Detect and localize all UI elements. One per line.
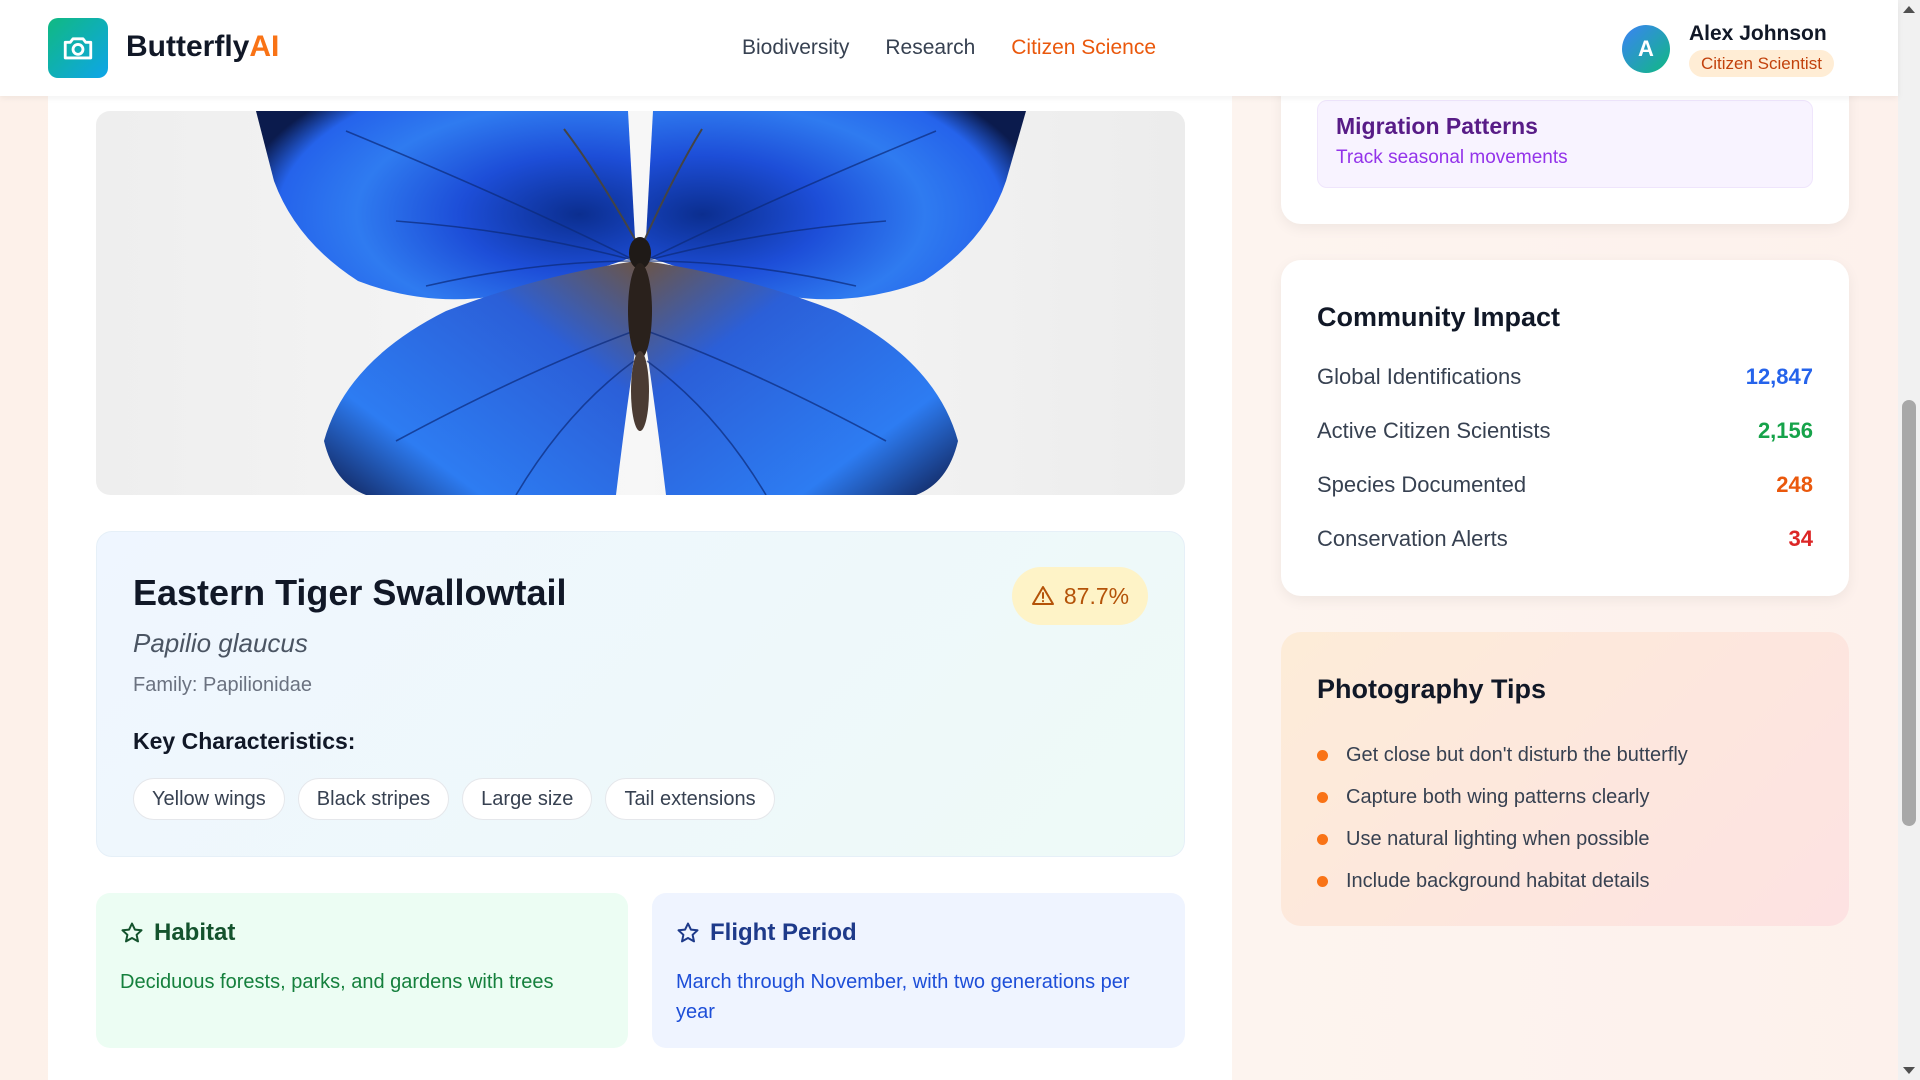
stat-value: 12,847 — [1745, 364, 1813, 389]
brand-name: Butterfly — [126, 30, 250, 63]
tip-item: Capture both wing patterns clearly — [1317, 776, 1688, 818]
tip-text: Capture both wing patterns clearly — [1346, 785, 1650, 808]
blue-morpho-butterfly-photo — [256, 111, 1026, 495]
tip-item: Use natural lighting when possible — [1317, 818, 1688, 860]
characteristics-chips: Yellow wings Black stripes Large size Ta… — [133, 778, 775, 820]
stat-value: 34 — [1788, 526, 1813, 551]
species-family: Family: Papilionidae — [133, 674, 312, 696]
bullet-dot-icon — [1317, 791, 1328, 803]
brand-name-accent: AI — [249, 30, 280, 63]
tip-item: Include background habitat details — [1317, 860, 1688, 902]
stat-value: 248 — [1776, 472, 1813, 497]
flight-period-title-text: Flight Period — [710, 919, 857, 946]
tip-text: Include background habitat details — [1346, 869, 1650, 892]
photography-tips-list: Get close but don't disturb the butterfl… — [1317, 734, 1688, 902]
habitat-card: Habitat Deciduous forests, parks, and ga… — [96, 893, 628, 1048]
stat-row-conservation-alerts: Conservation Alerts 34 — [1317, 526, 1813, 552]
migration-patterns-subtitle: Track seasonal movements — [1336, 147, 1568, 168]
confidence-value: 87.7% — [1063, 582, 1130, 609]
logo-badge[interactable] — [48, 18, 108, 78]
nav-link-research[interactable]: Research — [885, 36, 975, 60]
stat-value: 2,156 — [1757, 418, 1813, 443]
flight-period-description: March through November, with two generat… — [676, 971, 1130, 1023]
stat-row-active-citizen-scientists: Active Citizen Scientists 2,156 — [1317, 418, 1813, 444]
user-role-badge: Citizen Scientist — [1689, 50, 1834, 77]
stat-label: Species Documented — [1317, 472, 1527, 497]
warning-triangle-icon — [1031, 586, 1054, 605]
star-icon — [677, 922, 699, 943]
bullet-dot-icon — [1317, 875, 1328, 887]
stat-row-species-documented: Species Documented 248 — [1317, 472, 1813, 498]
brand-logo[interactable]: ButterflyAI — [126, 30, 279, 64]
flight-period-card: Flight Period March through November, wi… — [652, 893, 1185, 1048]
migration-patterns-title: Migration Patterns — [1336, 113, 1538, 139]
scrollbar-thumb[interactable] — [1902, 400, 1916, 826]
top-header: ButterflyAI Biodiversity Research Citize… — [0, 0, 1898, 96]
star-icon — [121, 922, 143, 943]
user-name: Alex Johnson — [1689, 22, 1827, 45]
stat-label: Active Citizen Scientists — [1317, 418, 1551, 443]
tip-text: Get close but don't disturb the butterfl… — [1346, 743, 1688, 766]
butterfly-photo — [96, 111, 1185, 495]
characteristic-chip[interactable]: Black stripes — [297, 778, 450, 820]
characteristic-chip[interactable]: Yellow wings — [133, 778, 285, 820]
page-scrollbar[interactable] — [1898, 0, 1920, 1080]
tip-text: Use natural lighting when possible — [1346, 827, 1650, 850]
species-scientific-name: Papilio glaucus — [133, 628, 308, 658]
community-impact-card: Community Impact Global Identifications … — [1281, 260, 1849, 596]
characteristic-chip[interactable]: Large size — [462, 778, 593, 820]
scroll-down-arrow-icon[interactable] — [1903, 1067, 1915, 1074]
nav-link-biodiversity[interactable]: Biodiversity — [742, 36, 849, 60]
habitat-description: Deciduous forests, parks, and gardens wi… — [120, 971, 554, 993]
stat-label: Global Identifications — [1317, 364, 1522, 389]
habitat-title: Habitat — [120, 919, 235, 947]
characteristic-chip[interactable]: Tail extensions — [605, 778, 775, 820]
camera-icon — [63, 37, 93, 60]
photography-tips-title: Photography Tips — [1317, 674, 1547, 704]
photography-tips-card: Photography Tips Get close but don't dis… — [1281, 632, 1849, 926]
nav-link-citizen-science[interactable]: Citizen Science — [1011, 36, 1156, 60]
main-nav: Biodiversity Research Citizen Science — [742, 36, 1156, 60]
key-characteristics-heading: Key Characteristics: — [133, 728, 356, 754]
species-identification-card: Eastern Tiger Swallowtail Papilio glaucu… — [96, 531, 1185, 857]
flight-period-title: Flight Period — [676, 919, 857, 947]
bullet-dot-icon — [1317, 749, 1328, 761]
stat-label: Conservation Alerts — [1317, 526, 1508, 551]
migration-patterns-item[interactable]: Migration Patterns Track seasonal moveme… — [1317, 100, 1813, 188]
scroll-up-arrow-icon[interactable] — [1903, 6, 1915, 13]
confidence-badge: 87.7% — [1012, 567, 1148, 625]
bullet-dot-icon — [1317, 833, 1328, 845]
community-impact-title: Community Impact — [1317, 302, 1561, 332]
stat-row-global-identifications: Global Identifications 12,847 — [1317, 364, 1813, 390]
species-common-name: Eastern Tiger Swallowtail — [133, 572, 567, 613]
habitat-title-text: Habitat — [154, 919, 236, 946]
tip-item: Get close but don't disturb the butterfl… — [1317, 734, 1688, 776]
user-avatar[interactable]: A — [1622, 25, 1670, 73]
